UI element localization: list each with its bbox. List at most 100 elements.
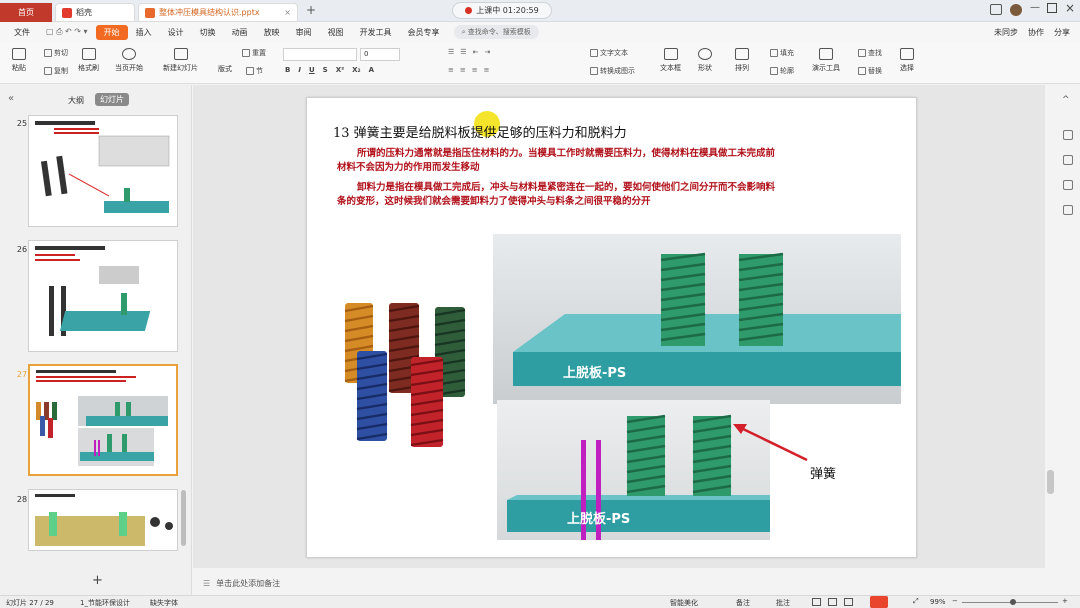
maximize-icon[interactable]: [1047, 3, 1057, 13]
current-slide[interactable]: 13 弹簧主要是给脱料板提供足够的压料力和脱料力 所谓的压料力通常就是指压住材料…: [306, 97, 917, 558]
menu-start[interactable]: 开始: [95, 24, 128, 40]
menu-insert[interactable]: 插入: [128, 27, 160, 38]
missing-font-button[interactable]: 缺失字体: [150, 598, 178, 608]
paragraph-1-line-1[interactable]: 所谓的压料力通常就是指压住材料的力。当模具工作时就需要压料力，使得材料在模具做工…: [357, 147, 775, 161]
outline-button[interactable]: 轮廓: [770, 66, 794, 76]
textbox-button[interactable]: 文本框: [660, 48, 681, 73]
outline-view-tab[interactable]: 大纲: [68, 95, 84, 106]
subscript-icon[interactable]: X₂: [352, 66, 360, 74]
paste-button[interactable]: 粘贴: [12, 48, 26, 73]
canvas-scrollbar[interactable]: [1047, 470, 1054, 494]
play-current-button[interactable]: 当页开始: [115, 48, 143, 73]
collaborate-button[interactable]: 协作: [1028, 27, 1044, 38]
menu-design[interactable]: 设计: [160, 27, 192, 38]
align-center-icon[interactable]: ≡: [460, 66, 466, 74]
paragraph-2-line-1[interactable]: 卸料力是指在模具做工完成后，冲头与材料是紧密连在一起的，要如何使他们之间分开而不…: [357, 181, 775, 195]
shape-button[interactable]: 形状: [698, 48, 712, 73]
reading-view-icon[interactable]: [844, 598, 853, 606]
select-button[interactable]: 选择: [900, 48, 914, 73]
tab-wps[interactable]: 稻壳: [55, 3, 135, 22]
slide-thumbnail-28[interactable]: [28, 489, 178, 551]
numbering-icon[interactable]: ☰: [460, 48, 466, 56]
sync-status[interactable]: 未同步: [994, 27, 1018, 38]
menu-file[interactable]: 文件: [0, 27, 38, 38]
bullets-icon[interactable]: ☰: [448, 48, 454, 56]
backup-icon[interactable]: [1063, 205, 1073, 215]
minimize-icon[interactable]: —: [1030, 2, 1040, 13]
menu-member[interactable]: 会员专享: [400, 27, 448, 38]
normal-view-icon[interactable]: [812, 598, 821, 606]
tab-home[interactable]: 首页: [0, 3, 52, 22]
menu-animation[interactable]: 动画: [224, 27, 256, 38]
animation-pane-icon[interactable]: [1063, 180, 1073, 190]
menu-view[interactable]: 视图: [320, 27, 352, 38]
notes-toggle-icon[interactable]: ☰: [203, 579, 210, 588]
find-button[interactable]: 查找: [858, 48, 882, 58]
bold-icon[interactable]: B: [285, 66, 290, 74]
notes-button[interactable]: 备注: [736, 598, 750, 608]
strike-icon[interactable]: S: [323, 66, 328, 74]
slide-sorter-icon[interactable]: [828, 598, 837, 606]
paragraph-2-line-2[interactable]: 条的变形，这时候我们就会需要卸料力了使得冲头与料条之间很平稳的分开: [337, 195, 651, 209]
thumbnail-scrollbar[interactable]: [181, 490, 186, 546]
slide-thumbnail-25[interactable]: [28, 115, 178, 227]
align-buttons[interactable]: ≡ ≡ ≡ ≡: [448, 66, 490, 74]
font-color-icon[interactable]: A: [369, 66, 374, 74]
slide-title[interactable]: 13 弹簧主要是给脱料板提供足够的压料力和脱料力: [333, 122, 627, 141]
paragraph-1-line-2[interactable]: 材料不会因为力的作用而发生移动: [337, 161, 480, 175]
window-layout-icon[interactable]: [990, 4, 1002, 15]
menu-review[interactable]: 审阅: [288, 27, 320, 38]
comment-button[interactable]: 批注: [776, 598, 790, 608]
justify-icon[interactable]: ≡: [484, 66, 490, 74]
show-tools-button[interactable]: 演示工具: [812, 48, 840, 73]
reset-button[interactable]: 重置: [242, 48, 266, 58]
slides-view-tab[interactable]: 幻灯片: [95, 93, 129, 106]
cut-button[interactable]: 剪切: [44, 48, 68, 58]
close-window-icon[interactable]: ×: [1065, 1, 1075, 15]
smart-beautify-button[interactable]: 智能美化: [670, 598, 698, 608]
pane-collapse-icon[interactable]: ^: [1062, 95, 1070, 105]
notes-area[interactable]: ☰ 单击此处添加备注: [193, 572, 1045, 594]
layout-button[interactable]: 版式: [218, 64, 232, 74]
menu-transition[interactable]: 切换: [192, 27, 224, 38]
font-style-buttons[interactable]: B I U S X² X₂ A: [285, 66, 374, 74]
fill-button[interactable]: 填充: [770, 48, 794, 58]
tab-document[interactable]: 整体冲压模具结构认识.pptx ×: [138, 3, 298, 22]
property-icon[interactable]: [1063, 155, 1073, 165]
zoom-level[interactable]: 99%: [930, 598, 946, 606]
format-painter-button[interactable]: 格式刷: [78, 48, 99, 73]
outdent-icon[interactable]: ⇥: [484, 48, 490, 56]
quick-access-icons[interactable]: ▢ ⎙ ↶ ↷ ▾: [38, 27, 96, 37]
slideshow-play-button[interactable]: [870, 596, 888, 608]
command-search-input[interactable]: ⌕ 查找命令、搜索模板: [453, 25, 539, 39]
paragraph-buttons[interactable]: ☰ ☰ ⇤ ⇥: [448, 48, 490, 56]
section-button[interactable]: 节: [246, 66, 263, 76]
zoom-in-icon[interactable]: +: [1062, 597, 1068, 605]
new-tab-icon[interactable]: +: [306, 3, 316, 17]
new-slide-button[interactable]: 新建幻灯片: [163, 48, 198, 73]
copy-button[interactable]: 复制: [44, 66, 68, 76]
share-button[interactable]: 分享: [1054, 27, 1070, 38]
fit-window-icon[interactable]: ⤢: [913, 597, 919, 606]
zoom-out-icon[interactable]: −: [952, 597, 958, 605]
align-left-icon[interactable]: ≡: [448, 66, 454, 74]
indent-icon[interactable]: ⇤: [473, 48, 479, 56]
add-slide-icon[interactable]: +: [92, 573, 103, 588]
replace-button[interactable]: 替换: [858, 66, 882, 76]
slide-thumbnail-27-selected[interactable]: [28, 364, 178, 476]
underline-icon[interactable]: U: [309, 66, 315, 74]
menu-slideshow[interactable]: 放映: [256, 27, 288, 38]
text-direction-button[interactable]: 文字文本: [590, 48, 628, 58]
zoom-slider-thumb[interactable]: [1010, 599, 1016, 605]
superscript-icon[interactable]: X²: [336, 66, 344, 74]
arrange-button[interactable]: 排列: [735, 48, 749, 73]
collapse-panel-icon[interactable]: «: [8, 93, 14, 104]
slide-thumbnail-26[interactable]: [28, 240, 178, 352]
convert-shape-button[interactable]: 转换成图示: [590, 66, 635, 76]
italic-icon[interactable]: I: [298, 66, 301, 74]
avatar[interactable]: [1010, 4, 1022, 16]
pointer-tool-icon[interactable]: [1063, 130, 1073, 140]
close-tab-icon[interactable]: ×: [284, 8, 291, 17]
align-right-icon[interactable]: ≡: [472, 66, 478, 74]
menu-developer[interactable]: 开发工具: [352, 27, 400, 38]
